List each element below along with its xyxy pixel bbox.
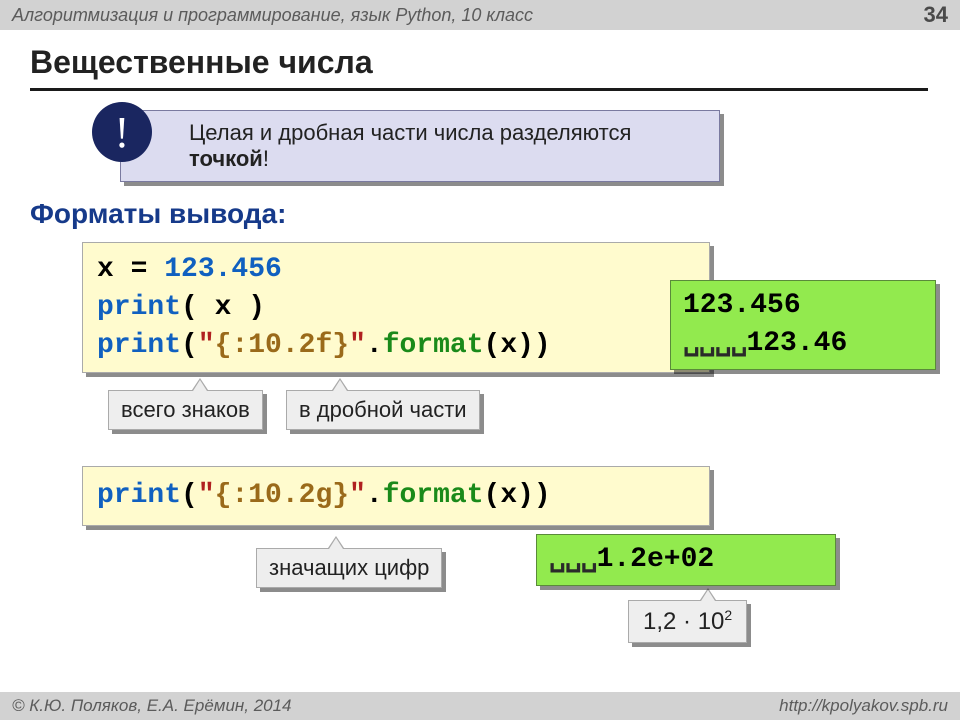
title-underline (30, 88, 928, 91)
output-box-2: ␣␣␣1.2e+02 (536, 534, 836, 586)
tag-sig-digits: значащих цифр (256, 548, 442, 588)
space-glyphs: ␣␣␣␣ (683, 328, 746, 359)
copyright-text: © К.Ю. Поляков, Е.А. Ерёмин, 2014 (12, 696, 292, 716)
header-bar: Алгоритмизация и программирование, язык … (0, 0, 960, 30)
callout-text-bold: точкой (189, 146, 263, 171)
callout-box: Целая и дробная части числа разделяются … (120, 110, 720, 182)
callout-text-after: ! (263, 146, 269, 171)
pointer-icon (193, 380, 207, 391)
tag-total-chars: всего знаков (108, 390, 263, 430)
page-title: Вещественные числа (30, 44, 373, 81)
subhead: Форматы вывода: (30, 198, 286, 230)
pointer-icon (701, 590, 715, 601)
exclamation-icon: ! (92, 102, 152, 162)
subject-text: Алгоритмизация и программирование, язык … (12, 5, 533, 26)
tag-frac-part: в дробной части (286, 390, 480, 430)
code-block-2: print("{:10.2g}".format(x)) (82, 466, 710, 526)
math-notation: 1,2 · 102 (628, 600, 747, 643)
space-glyphs: ␣␣␣ (549, 544, 597, 575)
footer-bar: © К.Ю. Поляков, Е.А. Ерёмин, 2014 http:/… (0, 692, 960, 720)
output-box-1: 123.456 ␣␣␣␣123.46 (670, 280, 936, 370)
pointer-icon (329, 538, 343, 549)
code-block-1: x = 123.456 print( x ) print("{:10.2f}".… (82, 242, 710, 373)
pointer-icon (333, 380, 347, 391)
url-text: http://kpolyakov.spb.ru (779, 696, 948, 716)
page-number: 34 (924, 2, 948, 28)
callout-text-before: Целая и дробная части числа разделяются (189, 120, 631, 145)
